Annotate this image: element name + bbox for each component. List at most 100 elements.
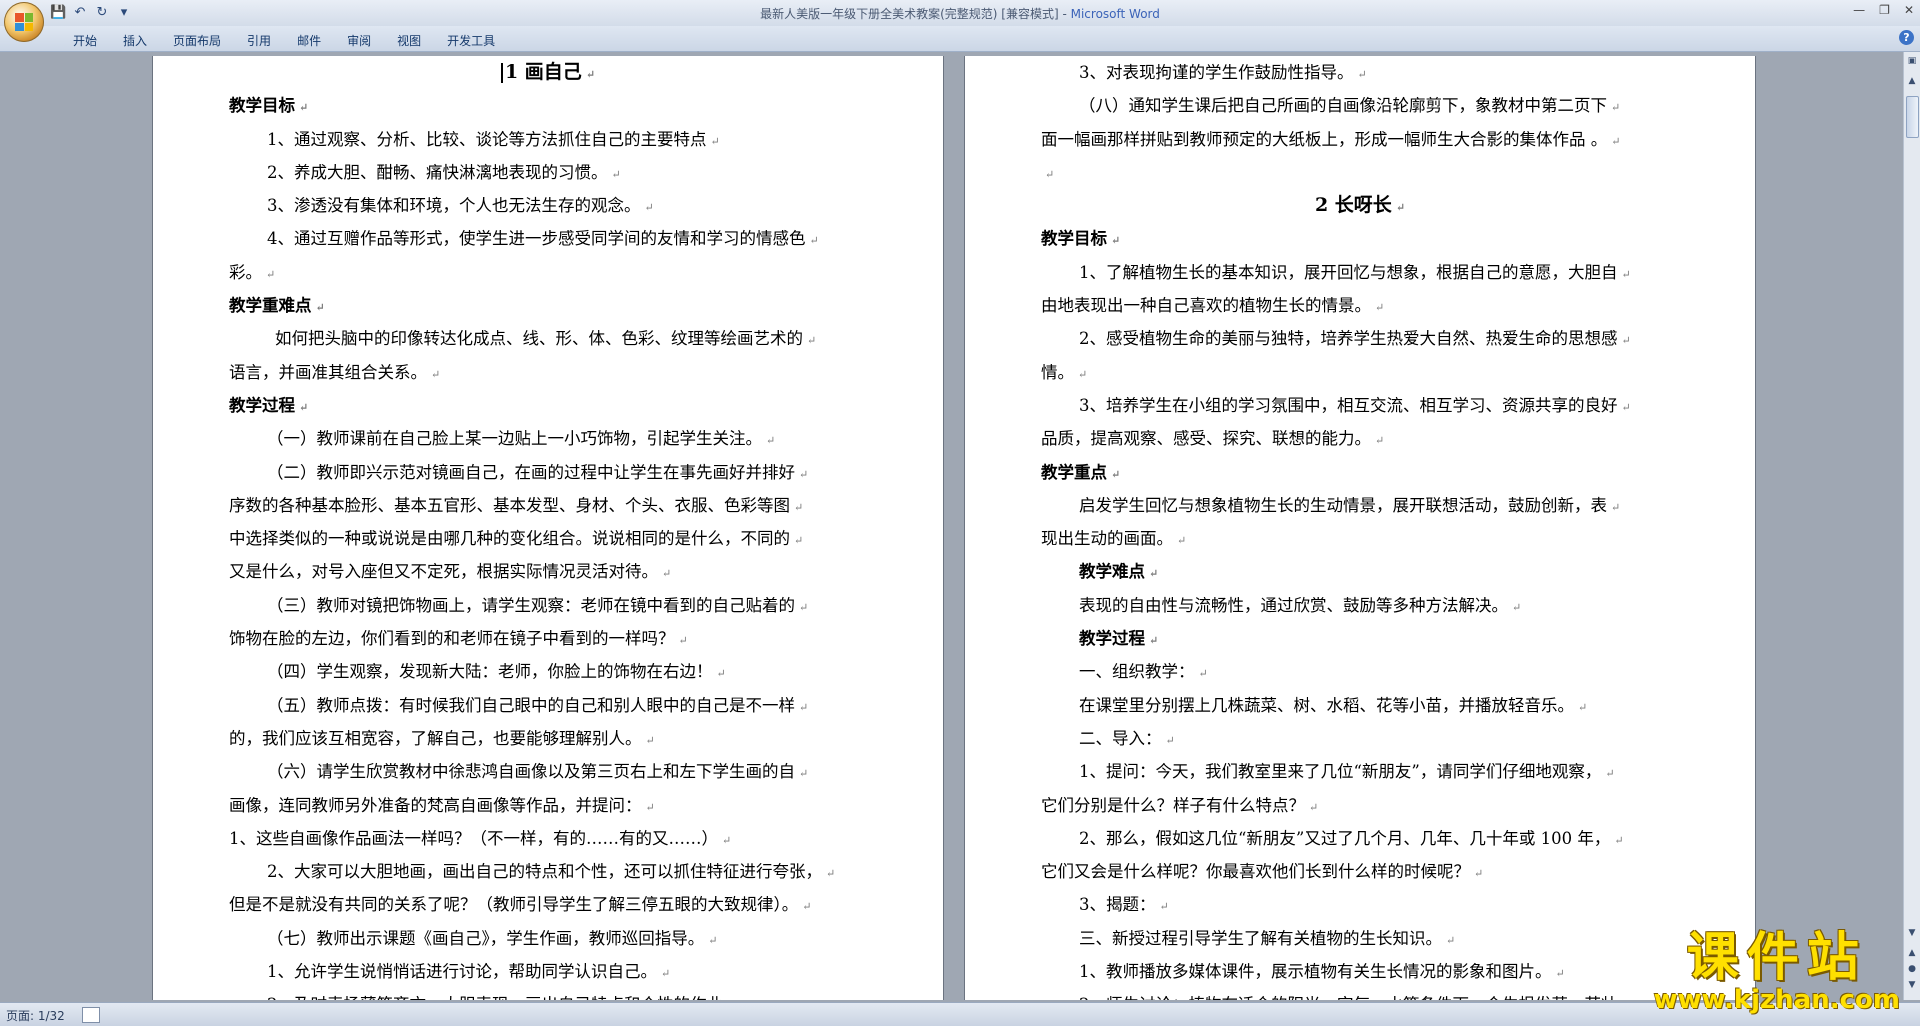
- paragraph-mark-icon: ↵: [802, 900, 812, 914]
- paragraph-line: 又是什么，对号入座但又不定死，根据实际情况灵活对待。 ↵: [229, 555, 867, 588]
- browse-object-icon[interactable]: ●: [1906, 964, 1918, 976]
- title-separator: -: [1058, 7, 1071, 21]
- ribbon-tab[interactable]: 插入: [110, 30, 160, 51]
- paragraph-line: 语言，并画准其组合关系。 ↵: [229, 356, 867, 389]
- previous-page-icon[interactable]: ▲: [1906, 948, 1918, 960]
- paragraph-mark-icon: ↵: [585, 68, 596, 81]
- paragraph-line: 序数的各种基本脸形、基本五官形、基本发型、身材、个头、衣服、色彩等图 ↵: [229, 489, 867, 522]
- document-page-left[interactable]: 1 画自己 ↵ 教学目标 ↵ 1、通过观察、分析、比较、谈论等方法抓住自己的主要特点 ↵ 2…: [153, 56, 943, 1000]
- paragraph-line: 1、允许学生说悄悄话进行讨论，帮助同学认识自己。 ↵: [229, 955, 867, 988]
- line-text: 一、组织教学：: [1079, 662, 1195, 682]
- paragraph-mark-icon: ↵: [1621, 334, 1631, 348]
- paragraph-mark-icon: ↵: [826, 867, 836, 881]
- lesson-title: 2 长呀长 ↵: [1041, 189, 1679, 222]
- line-text: 教学过程: [1079, 629, 1145, 649]
- line-text: （七）教师出示课题《画自己》，学生作画，教师巡回指导。: [267, 928, 705, 948]
- paragraph-line: 2、大家可以大胆地画，画出自己的特点和个性，还可以抓住特征进行夸张， ↵: [229, 855, 867, 888]
- ribbon-tab[interactable]: 引用: [234, 30, 284, 51]
- paragraph-mark-icon: ↵: [809, 234, 819, 248]
- line-text: 3、渗透没有集体和环境，个人也无法生存的观念。: [267, 196, 641, 216]
- line-text: 1、允许学生说悄悄话进行讨论，帮助同学认识自己。: [267, 962, 657, 982]
- paragraph-mark-icon: ↵: [1375, 301, 1385, 315]
- paragraph-line: 在课堂里分别摆上几株蔬菜、树、水稻、花等小苗，并播放轻音乐。 ↵: [1041, 689, 1679, 722]
- line-text: 面一幅画那样拼贴到教师预定的大纸板上，形成一幅师生大合影的集体作品 。: [1041, 129, 1608, 149]
- paragraph-mark-icon: ↵: [1446, 933, 1456, 947]
- paragraph-line: 1、提问：今天，我们教室里来了几位“新朋友”，请同学们仔细地观察， ↵: [1041, 755, 1679, 788]
- line-text: 它们分别是什么？样子有什么特点？: [1041, 795, 1305, 815]
- line-text: （一）教师课前在自己脸上某一边贴上一小巧饰物，引起学生关注。: [267, 429, 762, 449]
- line-text: 1、这些自画像作品画法一样吗？（不一样，有的……有的又……）: [229, 828, 718, 848]
- minimize-icon[interactable]: —: [1853, 3, 1865, 17]
- paragraph-mark-icon: ↵: [1555, 967, 1565, 981]
- paragraph-line: ↵: [1041, 156, 1679, 189]
- paragraph-mark-icon: ↵: [794, 534, 804, 548]
- paragraph-mark-icon: ↵: [1149, 634, 1159, 648]
- ribbon-tab[interactable]: 页面布局: [160, 30, 234, 51]
- paragraph-mark-icon: ↵: [799, 767, 809, 781]
- page-count[interactable]: 页面: 1/32: [6, 1007, 65, 1024]
- paragraph-mark-icon: ↵: [1611, 500, 1621, 514]
- page-content-right: 3、对表现拘谨的学生作鼓励性指导。 ↵ （八）通知学生课后把自己所画的自画像沿轮廓剪…: [1041, 56, 1679, 1000]
- close-icon[interactable]: ✕: [1904, 3, 1914, 17]
- section-heading: 教学过程 ↵: [1041, 622, 1679, 655]
- help-icon[interactable]: ?: [1899, 30, 1914, 45]
- paragraph-mark-icon: ↵: [716, 667, 726, 681]
- paragraph-mark-icon: ↵: [799, 467, 809, 481]
- ribbon-tab[interactable]: 审阅: [334, 30, 384, 51]
- line-text: 表现的自由性与流畅性，通过欣赏、鼓励等多种方法解决。: [1079, 595, 1508, 615]
- ribbon-tab[interactable]: 开发工具: [434, 30, 508, 51]
- paragraph-mark-icon: ↵: [799, 700, 809, 714]
- paragraph-line: 二、导入： ↵: [1041, 722, 1679, 755]
- line-text: （四）学生观察，发现新大陆：老师，你脸上的饰物在右边！: [267, 662, 713, 682]
- scroll-up-icon[interactable]: ▲: [1906, 76, 1918, 88]
- ribbon-tab[interactable]: 邮件: [284, 30, 334, 51]
- restore-icon[interactable]: ❐: [1879, 3, 1890, 17]
- ribbon-tab[interactable]: 开始: [60, 30, 110, 51]
- paragraph-mark-icon: ↵: [1611, 134, 1621, 148]
- paragraph-mark-icon: ↵: [1578, 700, 1588, 714]
- document-page-right[interactable]: 3、对表现拘谨的学生作鼓励性指导。 ↵ （八）通知学生课后把自己所画的自画像沿轮廓剪…: [965, 56, 1755, 1000]
- line-text: 1 画自己: [504, 61, 582, 83]
- vertical-scrollbar[interactable]: ▣ ▲ ▼ ▲ ● ▼: [1903, 52, 1920, 1000]
- section-heading: 教学重难点 ↵: [229, 289, 867, 322]
- paragraph-mark-icon: ↵: [1198, 667, 1208, 681]
- next-page-icon[interactable]: ▼: [1906, 980, 1918, 992]
- paragraph-mark-icon: ↵: [807, 334, 817, 348]
- line-text: （八）通知学生课后把自己所画的自画像沿轮廓剪下，象教材中第二页下: [1079, 96, 1607, 116]
- paragraph-mark-icon: ↵: [1165, 733, 1175, 747]
- line-text: 2、那么，假如这几位“新朋友”又过了几个月、几年、几十年或 100 年，: [1079, 828, 1611, 848]
- paragraph-line: 如何把头脑中的印像转达化成点、线、形、体、色彩、纹理等绘画艺术的 ↵: [229, 322, 867, 355]
- line-text: 现出生动的画面。: [1041, 529, 1173, 549]
- paragraph-line: （五）教师点拨：有时候我们自己眼中的自己和别人眼中的自己是不一样 ↵: [229, 689, 867, 722]
- paragraph-line: 2、那么，假如这几位“新朋友”又过了几个月、几年、几十年或 100 年， ↵: [1041, 822, 1679, 855]
- proofing-status-icon[interactable]: [82, 1007, 100, 1023]
- paragraph-mark-icon: ↵: [1375, 434, 1385, 448]
- paragraph-mark-icon: ↵: [1111, 234, 1121, 248]
- line-text: 序数的各种基本脸形、基本五官形、基本发型、身材、个头、衣服、色彩等图: [229, 495, 790, 515]
- paragraph-mark-icon: ↵: [799, 600, 809, 614]
- line-text: 2 长呀长: [1314, 194, 1392, 217]
- ruler-toggle-icon[interactable]: ▣: [1906, 56, 1918, 68]
- ribbon-tab[interactable]: 视图: [384, 30, 434, 51]
- scroll-thumb[interactable]: [1906, 96, 1919, 138]
- paragraph-mark-icon: ↵: [722, 833, 732, 847]
- paragraph-line: 它们又会是什么样呢？你最喜欢他们长到什么样的时候呢？ ↵: [1041, 855, 1679, 888]
- line-text: 又是什么，对号入座但又不定死，根据实际情况灵活对待。: [229, 562, 658, 582]
- paragraph-line: 中选择类似的一种或说说是由哪几种的变化组合。说说相同的是什么，不同的 ↵: [229, 522, 867, 555]
- paragraph-line: 但是不是就没有共同的关系了呢？（教师引导学生了解三停五眼的大致规律）。 ↵: [229, 888, 867, 921]
- paragraph-mark-icon: ↵: [645, 800, 655, 814]
- paragraph-line: 画像，连同教师另外准备的梵高自画像等作品，并提问： ↵: [229, 789, 867, 822]
- line-text: （五）教师点拨：有时候我们自己眼中的自己和别人眼中的自己是不一样: [267, 695, 795, 715]
- office-button[interactable]: [4, 2, 44, 42]
- paragraph-mark-icon: ↵: [1159, 900, 1169, 914]
- scroll-down-icon[interactable]: ▼: [1906, 928, 1918, 940]
- document-workspace[interactable]: 1 画自己 ↵ 教学目标 ↵ 1、通过观察、分析、比较、谈论等方法抓住自己的主要特点 ↵ 2…: [0, 52, 1904, 1000]
- paragraph-line: 2、师生讨论：植物在适合的阳光、空气、水等条件下，会生根发芽，茁壮↵: [1041, 988, 1679, 1000]
- paragraph-line: 启发学生回忆与想象植物生长的生动情景，展开联想活动，鼓励创新，表 ↵: [1041, 489, 1679, 522]
- ribbon-tab-bar: 开始 插入 页面布局 引用 邮件 审阅 视图 开发工具 ?: [0, 26, 1920, 52]
- paragraph-mark-icon: ↵: [662, 567, 672, 581]
- line-text: 1、提问：今天，我们教室里来了几位“新朋友”，请同学们仔细地观察，: [1079, 762, 1602, 782]
- paragraph-mark-icon: ↵: [766, 434, 776, 448]
- line-text: 中选择类似的一种或说说是由哪几种的变化组合。说说相同的是什么，不同的: [229, 529, 790, 549]
- paragraph-mark-icon: ↵: [1512, 600, 1522, 614]
